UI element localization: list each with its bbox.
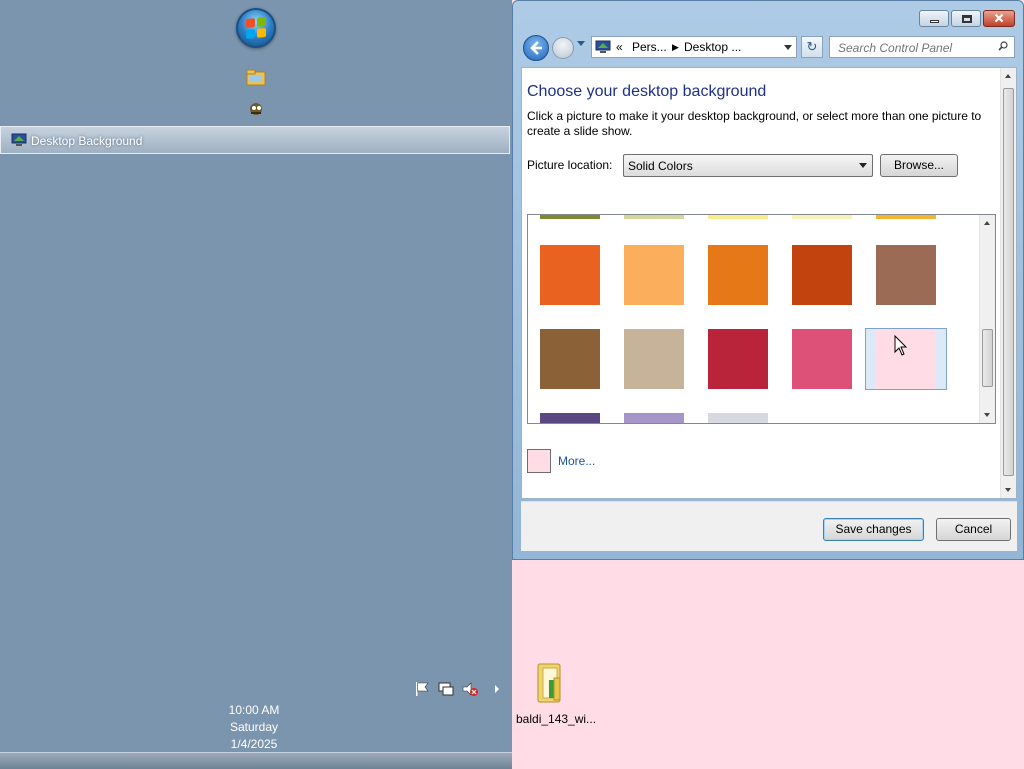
save-changes-button[interactable]: Save changes: [823, 518, 924, 541]
taskbar-button-desktop-background[interactable]: Desktop Background: [0, 126, 510, 154]
picture-location-value: Solid Colors: [628, 159, 693, 173]
scrollbar-thumb[interactable]: [1003, 88, 1014, 476]
minimize-icon: [930, 20, 939, 23]
address-dropdown-icon[interactable]: [784, 45, 792, 50]
address-overflow[interactable]: «: [616, 40, 623, 54]
color-swatch[interactable]: [792, 215, 852, 219]
maximize-icon: [962, 15, 972, 23]
color-swatch[interactable]: [708, 245, 768, 305]
search-box[interactable]: [829, 36, 1015, 58]
more-colors-link[interactable]: More...: [558, 454, 595, 468]
cancel-button[interactable]: Cancel: [936, 518, 1011, 541]
scroll-up-icon[interactable]: [984, 221, 990, 225]
chevron-down-icon: [859, 163, 867, 168]
color-swatch-list: [527, 214, 996, 424]
close-button[interactable]: [983, 10, 1015, 27]
dialog-footer: Save changes Cancel: [521, 501, 1017, 551]
back-button[interactable]: [523, 35, 549, 61]
control-panel-icon: [595, 40, 611, 53]
recent-pages-dropdown-icon[interactable]: [577, 41, 585, 46]
color-swatch[interactable]: [540, 329, 600, 389]
picture-location-label: Picture location:: [527, 158, 613, 172]
color-swatch[interactable]: [624, 215, 684, 219]
more-colors-swatch[interactable]: [527, 449, 551, 473]
content-scrollbar[interactable]: [1000, 68, 1016, 498]
color-swatch[interactable]: [540, 413, 600, 423]
desktop-icon-label: baldi_143_wi...: [516, 712, 597, 726]
content-pane: Choose your desktop background Click a p…: [521, 67, 1017, 499]
caption-buttons: [919, 10, 1015, 27]
color-swatch[interactable]: [708, 215, 768, 219]
color-swatch[interactable]: [624, 245, 684, 305]
taskbar-button-label: Desktop Background: [31, 134, 143, 148]
show-desktop-strip[interactable]: [0, 752, 512, 769]
color-swatch[interactable]: [624, 329, 684, 389]
forward-button[interactable]: [552, 37, 574, 59]
windows-logo-icon: [246, 16, 266, 40]
address-bar[interactable]: « Pers... ▶ Desktop ...: [591, 36, 797, 58]
clock-day: Saturday: [229, 720, 279, 734]
scrollbar-thumb[interactable]: [982, 329, 993, 387]
clock-time: 10:00 AM: [228, 703, 280, 717]
network-icon[interactable]: [437, 680, 455, 698]
search-input[interactable]: [836, 38, 990, 58]
page-title: Choose your desktop background: [527, 83, 767, 100]
folder-icon[interactable]: [246, 68, 266, 86]
clock-date: 1/4/2025: [230, 737, 278, 751]
refresh-icon: ↻: [806, 39, 818, 54]
mouse-cursor-icon: [894, 335, 908, 356]
scroll-up-icon[interactable]: [1005, 74, 1011, 78]
refresh-button[interactable]: ↻: [801, 36, 823, 58]
search-icon[interactable]: [998, 41, 1008, 51]
back-arrow-icon: [530, 41, 542, 55]
picture-location-select[interactable]: Solid Colors: [623, 154, 873, 177]
minimize-button[interactable]: [919, 10, 949, 27]
taskbar: Desktop Background 10:00 AM Saturday 1/4…: [0, 0, 512, 769]
swatch-list-scrollbar[interactable]: [979, 215, 995, 423]
breadcrumb-separator-icon[interactable]: ▶: [672, 42, 679, 53]
show-hidden-icons-arrow-icon[interactable]: [492, 680, 502, 698]
app-icon[interactable]: [246, 100, 266, 118]
color-swatch[interactable]: [876, 215, 936, 219]
control-panel-window: « Pers... ▶ Desktop ... ↻ Choose your de…: [512, 0, 1024, 560]
maximize-button[interactable]: [951, 10, 981, 27]
monitor-icon: [11, 133, 27, 146]
color-swatch[interactable]: [540, 215, 600, 219]
color-swatch[interactable]: [708, 413, 768, 423]
scroll-down-icon[interactable]: [984, 413, 990, 417]
navigation-bar: « Pers... ▶ Desktop ... ↻: [521, 33, 1019, 61]
color-swatch[interactable]: [876, 245, 936, 305]
breadcrumb-personalization[interactable]: Pers...: [632, 40, 667, 54]
color-swatch[interactable]: [624, 413, 684, 423]
color-swatch[interactable]: [792, 245, 852, 305]
folder-icon: [537, 663, 561, 703]
browse-button[interactable]: Browse...: [880, 154, 958, 177]
scroll-down-icon[interactable]: [1005, 488, 1011, 492]
volume-muted-icon[interactable]: [461, 680, 479, 698]
breadcrumb-desktop-background[interactable]: Desktop ...: [684, 40, 741, 54]
clock[interactable]: 10:00 AM Saturday 1/4/2025: [204, 702, 304, 753]
color-swatch[interactable]: [708, 329, 768, 389]
color-swatch[interactable]: [540, 245, 600, 305]
color-swatch[interactable]: [792, 329, 852, 389]
page-description: Click a picture to make it your desktop …: [527, 109, 982, 138]
start-button[interactable]: [236, 8, 276, 48]
close-icon: [994, 13, 1004, 23]
action-center-flag-icon[interactable]: [413, 680, 431, 698]
